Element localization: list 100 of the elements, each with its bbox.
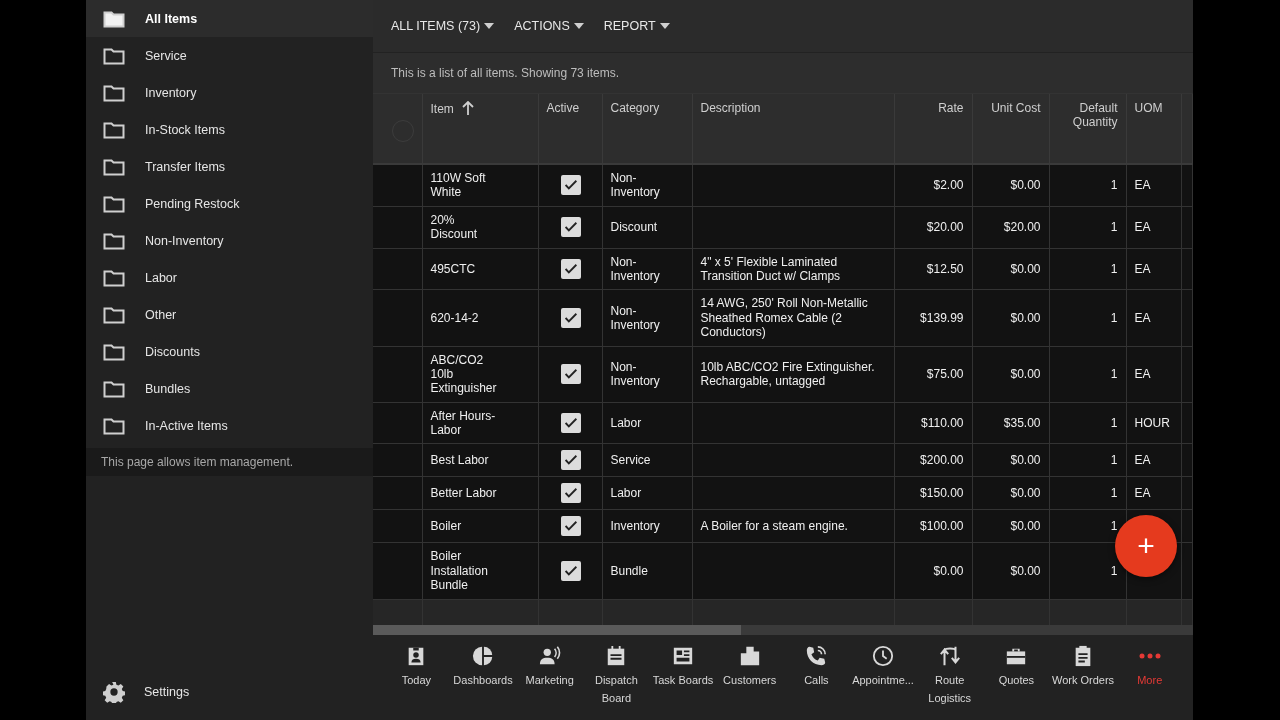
check-icon: [564, 566, 577, 577]
table-cell: 1: [1110, 563, 1118, 578]
caret-icon: [573, 23, 584, 29]
table-cell-text: After Hours-Labor: [430, 408, 497, 438]
column-header[interactable]: Unit Cost: [972, 94, 1049, 164]
table-cell: $20.00: [926, 219, 964, 234]
nav-item[interactable]: Today: [383, 645, 450, 720]
nav-item[interactable]: Customers: [716, 645, 784, 720]
column-header[interactable]: Default Quantity: [1049, 94, 1126, 164]
nav-item[interactable]: Calls: [783, 645, 850, 720]
sidebar-item[interactable]: Inventory: [86, 74, 373, 111]
table-cell: $150.00: [920, 486, 964, 501]
table-cell: 495CTC: [430, 261, 476, 277]
table-cell: Discount: [610, 219, 658, 234]
check-icon: [564, 488, 577, 499]
column-header[interactable]: UOM: [1126, 94, 1181, 164]
nav-item[interactable]: Dispatch Board: [583, 645, 650, 720]
active-checkbox[interactable]: [560, 516, 581, 537]
active-checkbox[interactable]: [560, 413, 581, 434]
active-checkbox[interactable]: [560, 561, 581, 582]
menu-button[interactable]: ALL ITEMS (73): [385, 15, 501, 37]
active-checkbox[interactable]: [560, 450, 581, 471]
table-cell: $0.00: [1010, 563, 1041, 578]
table-cell: 1: [1110, 219, 1118, 234]
active-checkbox[interactable]: [560, 217, 581, 238]
caret-icon: [484, 23, 495, 29]
column-header[interactable]: Item: [422, 94, 538, 164]
sidebar-item[interactable]: In-Active Items: [86, 407, 373, 444]
info-text: This is a list of all items. Showing 73 items.: [391, 66, 620, 80]
sidebar-item[interactable]: Bundles: [86, 370, 373, 407]
nav-item[interactable]: Dashboards: [449, 645, 517, 720]
table-cell: 1: [1110, 366, 1118, 381]
sidebar-item[interactable]: Pending Restock: [86, 185, 373, 222]
column-header[interactable]: Active: [538, 94, 602, 164]
nav-item[interactable]: Task Boards: [649, 645, 717, 720]
active-checkbox[interactable]: [560, 258, 581, 279]
table-cell: 1: [1110, 310, 1118, 325]
table-cell: Non-Inventory: [610, 171, 660, 200]
sidebar-item[interactable]: Discounts: [86, 333, 373, 370]
sidebar-item[interactable]: Other: [86, 296, 373, 333]
table-cell: EA: [1134, 178, 1151, 193]
menu-button[interactable]: REPORT: [597, 15, 676, 37]
active-checkbox[interactable]: [560, 364, 581, 385]
sidebar-item[interactable]: In-Stock Items: [86, 111, 373, 148]
folder-icon: [103, 342, 125, 361]
sidebar-item[interactable]: All Items: [86, 0, 373, 37]
table-cell: Service: [610, 453, 651, 468]
table-cell: EA: [1134, 453, 1151, 468]
folder-icon: [103, 305, 125, 324]
folder-icon: [103, 379, 125, 398]
active-checkbox[interactable]: [560, 175, 581, 196]
table-cell-text: ABC/CO2 10lb Extinguisher: [430, 352, 498, 396]
table-cell: 1: [1110, 519, 1118, 534]
table-cell: $0.00: [1010, 178, 1041, 193]
sidebar-item[interactable]: Labor: [86, 259, 373, 296]
nav-item[interactable]: Quotes: [983, 645, 1050, 720]
table-cell: $200.00: [920, 453, 964, 468]
folder-icon: [103, 83, 125, 102]
table-cell: 1: [1110, 415, 1118, 430]
sidebar-item[interactable]: Transfer Items: [86, 148, 373, 185]
table-cell: 1: [1110, 261, 1118, 276]
table-cell: Best Labor: [430, 453, 489, 468]
nav-item[interactable]: Marketing: [516, 645, 583, 720]
nav-item[interactable]: Route Logistics: [916, 645, 984, 720]
table-cell: Non-Inventory: [610, 303, 660, 332]
table-cell: Labor: [610, 486, 642, 501]
active-checkbox[interactable]: [560, 307, 581, 328]
table-cell: 620-14-2: [430, 310, 479, 326]
sidebar-note: This page allows item management.: [86, 448, 373, 476]
table-cell-text: 20% Discount: [430, 212, 479, 242]
table-cell: Non-Inventory: [610, 359, 660, 389]
sidebar-item[interactable]: Non-Inventory: [86, 222, 373, 259]
column-header[interactable]: Description: [692, 94, 894, 164]
sidebar-item[interactable]: Service: [86, 37, 373, 74]
folder-icon: [103, 120, 125, 139]
column-header[interactable]: Rate: [894, 94, 972, 164]
table-cell: $12.50: [926, 261, 964, 276]
table-cell: $0.00: [1010, 453, 1041, 468]
table-cell: 10lb ABC/CO2 Fire Extinguisher. Rechargable, untagged: [700, 359, 875, 389]
table-cell: $0.00: [1010, 519, 1041, 534]
column-header[interactable]: Category: [602, 94, 692, 164]
table-cell-text: 110W Soft White: [430, 171, 487, 200]
settings-link[interactable]: Settings: [86, 664, 373, 720]
check-icon: [564, 369, 577, 380]
horizontal-scrollbar[interactable]: [373, 625, 1193, 635]
menu-button[interactable]: ACTIONS: [508, 15, 590, 37]
active-checkbox[interactable]: [560, 483, 581, 504]
table-cell: $0.00: [1010, 261, 1041, 276]
table-cell: EA: [1134, 310, 1151, 325]
table-cell: EA: [1134, 486, 1151, 501]
table-cell: Boiler: [430, 519, 462, 534]
nav-item[interactable]: Work Orders: [1049, 645, 1117, 720]
table-cell: 14 AWG, 250' Roll Non-Metallic Sheathed Romex Cable (2 Conductors): [700, 296, 868, 340]
nav-item[interactable]: Appointme...: [849, 645, 917, 720]
table-cell: $139.99: [920, 310, 964, 325]
check-icon: [564, 263, 577, 274]
table-cell: $35.00: [1003, 415, 1041, 430]
check-icon: [564, 180, 577, 191]
table-cell: A Boiler for a steam engine.: [700, 519, 848, 534]
nav-item[interactable]: More: [1116, 645, 1184, 720]
